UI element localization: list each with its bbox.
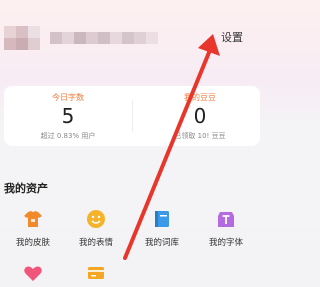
annotation-arrow (123, 34, 220, 260)
